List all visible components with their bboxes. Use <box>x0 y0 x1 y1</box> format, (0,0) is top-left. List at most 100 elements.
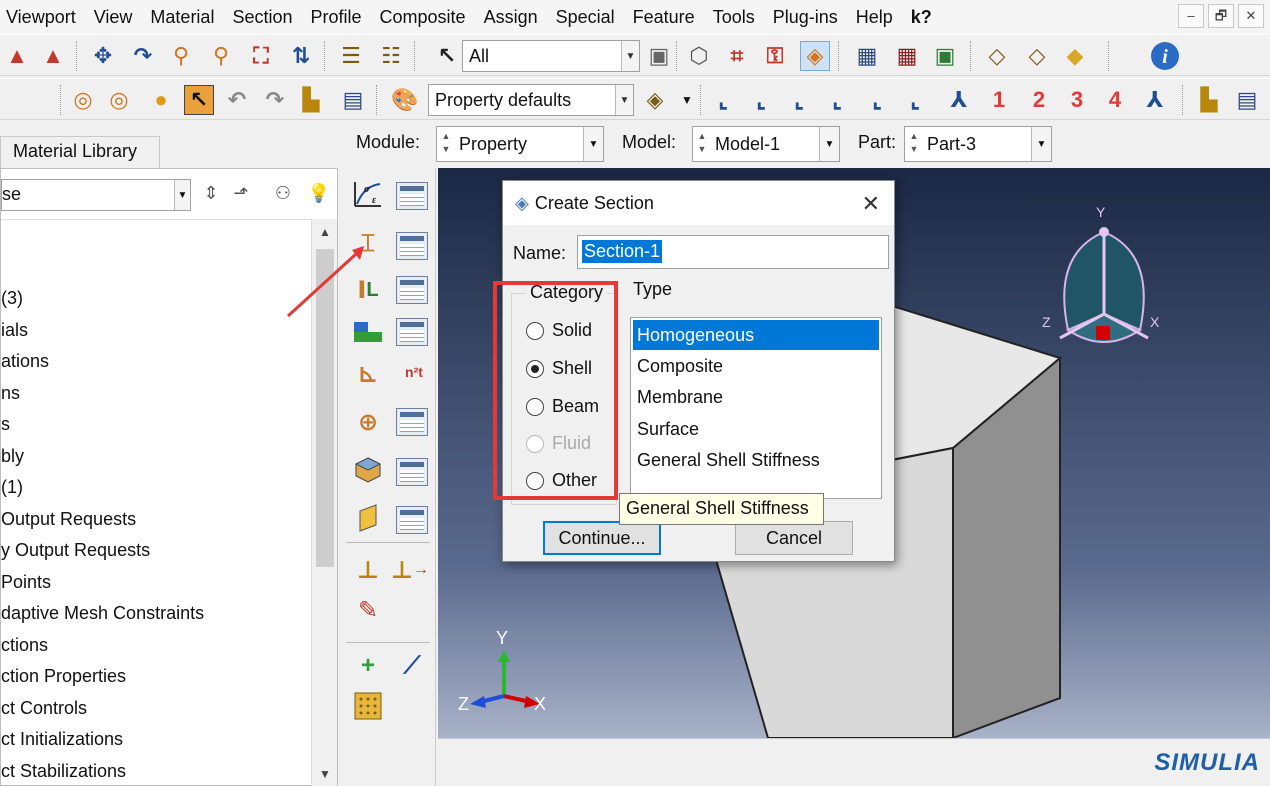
stringer-icon[interactable]: ✎ <box>350 592 386 628</box>
menu-tools[interactable]: Tools <box>704 0 764 34</box>
skin-manager-icon[interactable] <box>396 506 428 534</box>
minimize-button[interactable]: – <box>1178 4 1204 28</box>
render-wireframe-icon[interactable]: ▦ <box>852 41 882 71</box>
section-assignment-manager-icon[interactable] <box>396 318 428 346</box>
menu-composite[interactable]: Composite <box>371 0 475 34</box>
iso-view-icon[interactable]: ◈ <box>800 41 830 71</box>
menu-material[interactable]: Material <box>141 0 223 34</box>
close-window-button[interactable]: ✕ <box>1238 4 1264 28</box>
iso-view-icon[interactable]: ⅄ <box>944 85 974 115</box>
render-shaded-icon[interactable]: ▣ <box>930 41 960 71</box>
type-listbox[interactable]: Homogeneous Composite Membrane Surface G… <box>630 317 882 499</box>
inertia-icon[interactable]: ⊥ <box>350 552 386 588</box>
material-manager-icon[interactable] <box>396 182 428 210</box>
tree-item[interactable]: ction Properties <box>1 666 126 687</box>
pan-icon[interactable]: ✥ <box>88 41 118 71</box>
remove-icon[interactable]: ● <box>146 85 176 115</box>
create-display-group-icon[interactable]: ◎ <box>68 85 98 115</box>
menu-viewport[interactable]: Viewport <box>0 0 85 34</box>
special-icon[interactable]: ⊕ <box>350 404 386 440</box>
save-model-icon[interactable]: ▲ <box>2 41 32 71</box>
view-3-button[interactable]: 3 <box>1062 85 1092 115</box>
auto-fit-icon[interactable]: ⛶ <box>246 41 276 71</box>
view-4-button[interactable]: 4 <box>1100 85 1130 115</box>
left-view-icon[interactable]: ⌞ <box>784 85 814 115</box>
redo-icon[interactable]: ↷ <box>260 85 290 115</box>
tree-item[interactable]: s <box>1 414 10 435</box>
menu-help[interactable]: Help <box>847 0 902 34</box>
box-zoom-icon[interactable]: ⚲ <box>206 41 236 71</box>
rotation-triad-icon[interactable] <box>1034 204 1174 364</box>
tree-item[interactable]: ct Initializations <box>1 729 123 750</box>
sort-icon[interactable]: ⇕ <box>199 183 223 207</box>
cancel-button[interactable]: Cancel <box>735 521 853 555</box>
parallel-icon[interactable]: ◇ <box>1022 41 1052 71</box>
expand-tree-icon[interactable]: ⚇ <box>271 183 295 207</box>
dialog-titlebar[interactable]: ◈ Create Section ✕ <box>503 181 894 225</box>
solid-icon[interactable]: ◆ <box>1060 41 1090 71</box>
info-icon[interactable]: i <box>1150 41 1180 71</box>
assign-normal-icon[interactable]: n²t <box>396 354 432 390</box>
select-icon[interactable]: ↖ <box>432 41 462 71</box>
tree-item[interactable]: ns <box>1 383 20 404</box>
close-icon[interactable]: ✕ <box>862 191 880 217</box>
datum-point-icon[interactable]: + <box>350 648 386 684</box>
grid-icon[interactable] <box>350 688 386 724</box>
part-select[interactable]: ▲ ▼ Part-3 ▼ <box>904 126 1052 162</box>
section-manager-icon[interactable] <box>396 232 428 260</box>
menu-special[interactable]: Special <box>547 0 624 34</box>
skin-icon[interactable] <box>350 500 386 536</box>
tree-item[interactable]: daptive Mesh Constraints <box>1 603 204 624</box>
assembly-icon[interactable]: ☷ <box>376 41 406 71</box>
back-view-icon[interactable]: ⌞ <box>746 85 776 115</box>
menu-feature[interactable]: Feature <box>624 0 704 34</box>
tree-item[interactable]: Points <box>1 572 51 593</box>
chevron-down-icon[interactable]: ▼ <box>672 85 702 115</box>
name-field[interactable]: Section-1 <box>577 235 889 269</box>
box-display-icon[interactable]: ◈ <box>640 85 670 115</box>
tab-material-library[interactable]: Material Library <box>0 136 160 168</box>
tree-filter-select[interactable]: se ▼ <box>1 179 191 211</box>
datum-axis-icon[interactable]: ⟋ <box>394 648 430 684</box>
perspective-icon[interactable]: ◇ <box>982 41 1012 71</box>
front-view-icon[interactable]: ⌞ <box>708 85 738 115</box>
tree-item[interactable]: ct Controls <box>1 698 87 719</box>
align-icon[interactable]: ☰ <box>336 41 366 71</box>
cycle-views-icon[interactable]: ⇅ <box>286 41 316 71</box>
go-up-icon[interactable]: ⬏ <box>229 183 253 207</box>
menu-profile[interactable]: Profile <box>302 0 371 34</box>
type-item-homogeneous[interactable]: Homogeneous <box>633 320 879 350</box>
selection-filter-select[interactable]: All ▼ <box>462 40 640 72</box>
tree-item[interactable]: (3) <box>1 288 23 309</box>
query-icon[interactable]: ⚿ <box>760 41 790 71</box>
color-code-icon[interactable]: ↖ <box>184 85 214 115</box>
continue-button[interactable]: Continue... <box>543 521 661 555</box>
menu-assign[interactable]: Assign <box>475 0 547 34</box>
palette-icon[interactable]: 🎨 <box>390 85 420 115</box>
tree-item[interactable]: bly <box>1 446 24 467</box>
datum-icon[interactable]: ⌗ <box>722 41 752 71</box>
type-item-membrane[interactable]: Membrane <box>633 382 879 412</box>
render-hidden-icon[interactable]: ▦ <box>892 41 922 71</box>
tree-item[interactable]: y Output Requests <box>1 540 150 561</box>
replace-icon[interactable]: ◎ <box>104 85 134 115</box>
assign-beam-orientation-icon[interactable]: ⊾ <box>350 356 386 392</box>
triad-icon[interactable]: ⅄ <box>1140 85 1170 115</box>
special-manager-icon[interactable] <box>396 408 428 436</box>
composite-layup-icon[interactable] <box>350 452 386 488</box>
springs-icon[interactable]: ⊥ → <box>391 552 429 588</box>
context-help-button[interactable]: k? <box>902 0 941 34</box>
top-view-icon[interactable]: ⌞ <box>862 85 892 115</box>
undo-icon[interactable]: ↶ <box>222 85 252 115</box>
create-material-icon[interactable]: σε <box>350 176 386 212</box>
lightbulb-icon[interactable]: 💡 <box>307 183 331 207</box>
query-icon[interactable]: ▙ <box>296 85 326 115</box>
type-item-general-shell-stiffness[interactable]: General Shell Stiffness <box>633 445 879 475</box>
view-cube-icon[interactable]: ⬡ <box>684 41 714 71</box>
save-model-database-icon[interactable]: ▲ <box>38 41 68 71</box>
right-view-icon[interactable]: ⌞ <box>822 85 852 115</box>
menu-section[interactable]: Section <box>223 0 301 34</box>
view-2-button[interactable]: 2 <box>1024 85 1054 115</box>
tree-item[interactable]: (1) <box>1 477 23 498</box>
transparency-icon[interactable]: ▙ <box>1194 85 1224 115</box>
